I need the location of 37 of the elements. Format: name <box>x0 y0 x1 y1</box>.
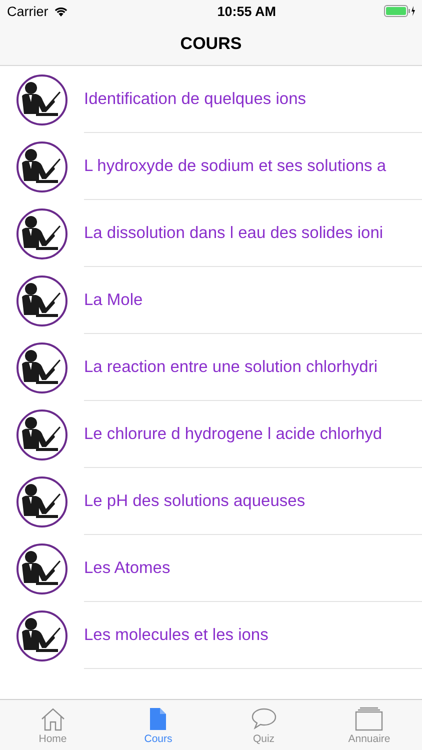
status-time: 10:55 AM <box>217 4 276 18</box>
cards-icon <box>355 707 384 731</box>
course-row[interactable]: Le chlorure d hydrogene l acide chlorhyd <box>0 401 422 468</box>
presenter-icon <box>16 140 68 192</box>
course-title: La reaction entre une solution chlorhydri <box>84 358 378 377</box>
wifi-icon <box>53 5 70 17</box>
course-title: Identification de quelques ions <box>84 90 306 109</box>
speech-bubble-icon <box>250 707 277 731</box>
course-title: La Mole <box>84 291 143 310</box>
battery-icon <box>384 5 416 17</box>
course-row[interactable]: Le pH des solutions aqueuses <box>0 468 422 535</box>
presenter-icon <box>16 208 68 260</box>
course-title: Le chlorure d hydrogene l acide chlorhyd <box>84 425 382 444</box>
course-title: Le pH des solutions aqueuses <box>84 492 306 511</box>
course-title: L hydroxyde de sodium et ses solutions a <box>84 157 386 176</box>
course-row[interactable]: Les Atomes <box>0 535 422 602</box>
presenter-icon <box>16 274 68 326</box>
course-row[interactable]: La Mole <box>0 267 422 334</box>
course-row[interactable]: L hydroxyde de sodium et ses solutions a <box>0 133 422 200</box>
document-icon <box>149 707 168 731</box>
nav-title: COURS <box>180 34 242 54</box>
presenter-icon <box>16 408 68 460</box>
presenter-icon <box>16 542 68 594</box>
carrier-name: Carrier <box>7 4 48 18</box>
course-row[interactable]: La reaction entre une solution chlorhydri <box>0 334 422 401</box>
tab-item[interactable]: Cours <box>106 700 211 750</box>
course-row[interactable]: Les molecules et les ions <box>0 602 422 669</box>
home-icon <box>40 707 66 731</box>
course-title: La dissolution dans l eau des solides ioni <box>84 224 384 243</box>
course-title: Les molecules et les ions <box>84 626 268 645</box>
course-row[interactable]: La dissolution dans l eau des solides ioni <box>0 200 422 267</box>
presenter-icon <box>16 476 68 528</box>
course-title: Les Atomes <box>84 559 170 578</box>
course-row[interactable]: Identification de quelques ions <box>0 66 422 133</box>
presenter-icon <box>16 74 68 126</box>
presenter-icon <box>16 342 68 394</box>
presenter-icon <box>16 610 68 662</box>
